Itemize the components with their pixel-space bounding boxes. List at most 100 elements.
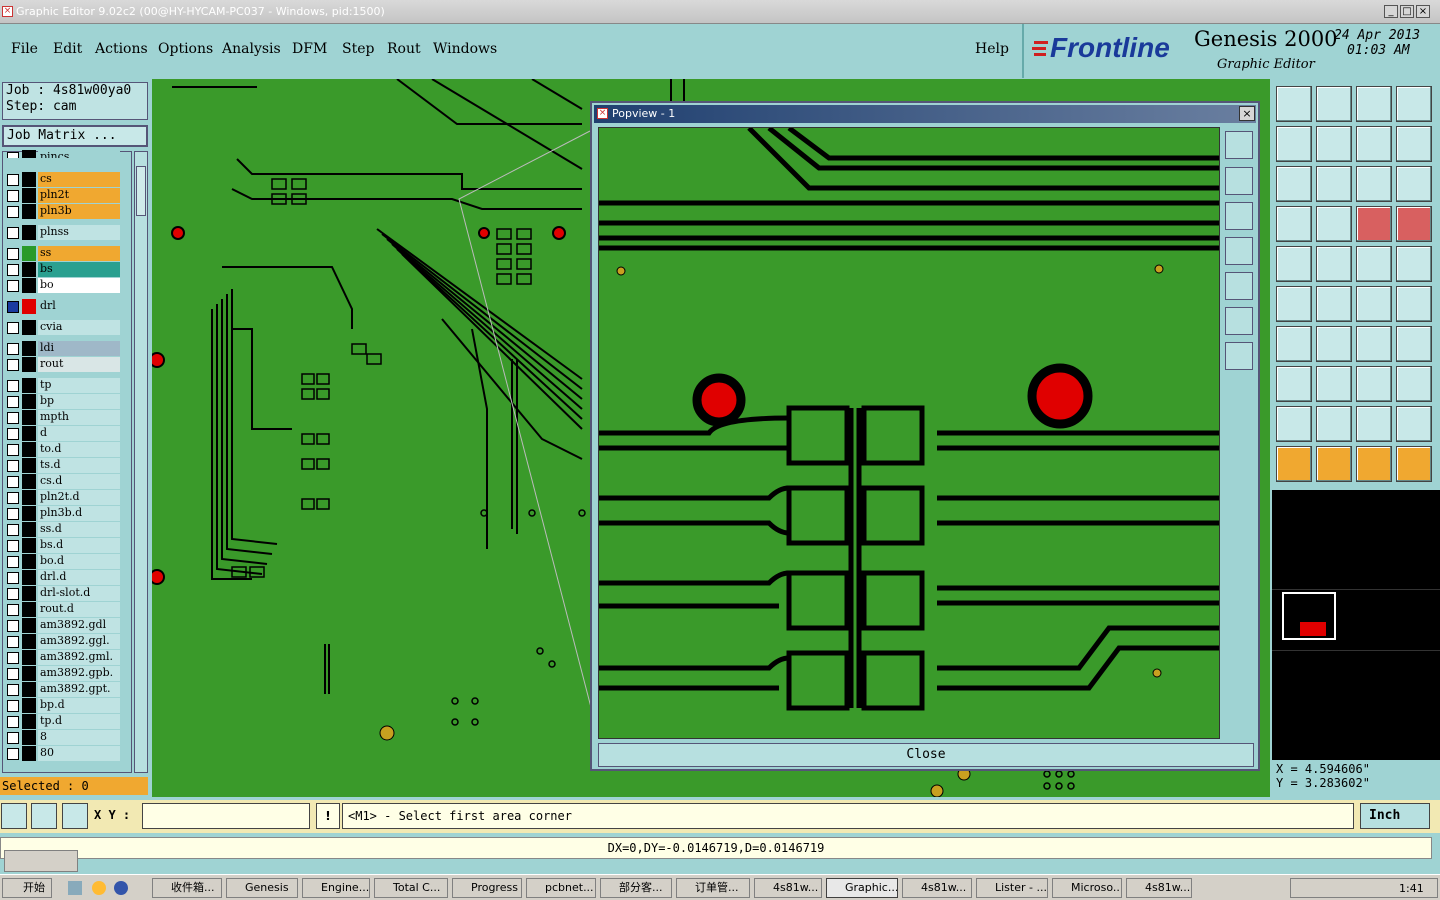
layer-row[interactable]: cs.d xyxy=(2,474,120,489)
layer-name[interactable]: pln3b.d xyxy=(38,506,120,521)
taskbar-item[interactable]: Genesis xyxy=(226,878,298,898)
layer-name[interactable]: pln2t xyxy=(38,188,120,203)
layer-row[interactable]: drl-slot.d xyxy=(2,586,120,601)
layer-row[interactable]: tp.d xyxy=(2,714,120,729)
popview-pan-left-icon[interactable] xyxy=(1225,237,1253,265)
layer-row[interactable]: d xyxy=(2,426,120,441)
layer-row[interactable]: bs xyxy=(2,262,120,277)
menu-options[interactable]: Options xyxy=(158,41,213,57)
layer-row[interactable]: am3892.ggl. xyxy=(2,634,120,649)
layer-name[interactable]: tp.d xyxy=(38,714,120,729)
layer-checkbox[interactable] xyxy=(7,301,19,313)
start-button[interactable]: 开始 xyxy=(2,878,52,898)
layer-row[interactable]: cvia xyxy=(2,320,120,335)
layer-checkbox[interactable] xyxy=(7,428,19,440)
layer-row[interactable]: bs.d xyxy=(2,538,120,553)
layer-checkbox[interactable] xyxy=(7,460,19,472)
layer-name[interactable]: cs xyxy=(38,172,120,187)
measure-icon[interactable] xyxy=(31,803,57,829)
step-out-icon[interactable] xyxy=(1316,86,1352,122)
layer-checkbox[interactable] xyxy=(7,476,19,488)
popview-close-icon[interactable]: × xyxy=(1239,106,1255,121)
layer-row[interactable]: ts.d xyxy=(2,458,120,473)
layer-name[interactable]: drl-slot.d xyxy=(38,586,120,601)
quick-launch-mini[interactable] xyxy=(4,850,78,872)
left-icon[interactable] xyxy=(1276,126,1312,162)
layer-row[interactable]: rout.d xyxy=(2,602,120,617)
layer-name[interactable]: bo xyxy=(38,278,120,293)
popview-pan-up-icon[interactable] xyxy=(1225,167,1253,195)
taskbar-item[interactable]: Lister - ... xyxy=(976,878,1048,898)
layer-row[interactable]: to.d xyxy=(2,442,120,457)
copy-icon[interactable] xyxy=(1396,366,1432,402)
one-to-one-icon[interactable] xyxy=(1356,166,1392,202)
taskbar-item[interactable]: pcbnet... xyxy=(526,878,596,898)
taskbar-item[interactable]: 4s81w... xyxy=(1126,878,1192,898)
layer-row[interactable]: pln2t.d xyxy=(2,490,120,505)
layer-checkbox[interactable] xyxy=(7,206,19,218)
popview-zoom-fit-icon[interactable] xyxy=(1225,131,1253,159)
home-icon[interactable] xyxy=(1276,86,1312,122)
layer-name[interactable]: rout xyxy=(38,357,120,372)
quick-launch-icon[interactable] xyxy=(68,881,82,895)
taskbar-item[interactable]: 部分客... xyxy=(600,878,672,898)
pan-icon[interactable] xyxy=(1316,166,1352,202)
triangle3-icon[interactable] xyxy=(1356,406,1392,442)
layer-checkbox[interactable] xyxy=(7,604,19,616)
popview-zoom-in-icon[interactable] xyxy=(1225,307,1253,335)
menu-actions[interactable]: Actions xyxy=(95,41,148,57)
select-net2-icon[interactable] xyxy=(1396,206,1432,242)
layer-name[interactable]: bp xyxy=(38,394,120,409)
layer-name[interactable]: ss xyxy=(38,246,120,261)
zoom-fit-icon[interactable] xyxy=(1276,166,1312,202)
help-icon[interactable] xyxy=(1396,166,1432,202)
xy-input[interactable] xyxy=(142,803,310,829)
layer-checkbox[interactable] xyxy=(7,508,19,520)
overview-map[interactable] xyxy=(1272,490,1440,760)
grid-icon[interactable] xyxy=(1316,206,1352,242)
layer-name[interactable]: d xyxy=(38,426,120,441)
layer-name[interactable]: bp.d xyxy=(38,698,120,713)
layer-name[interactable]: ldi xyxy=(38,341,120,356)
popview-pan-right-icon[interactable] xyxy=(1225,272,1253,300)
zoom-area-icon[interactable] xyxy=(1,803,27,829)
layer-row[interactable]: bo xyxy=(2,278,120,293)
popview-zoom-out-icon[interactable] xyxy=(1225,342,1253,370)
triangle4-icon[interactable] xyxy=(1396,406,1432,442)
menu-rout[interactable]: Rout xyxy=(387,41,421,57)
layer-name[interactable]: bs.d xyxy=(38,538,120,553)
layer-row[interactable]: am3892.gdl xyxy=(2,618,120,633)
layer-checkbox[interactable] xyxy=(7,556,19,568)
layer-checkbox[interactable] xyxy=(7,174,19,186)
layer-row[interactable]: ldi xyxy=(2,341,120,356)
taskbar-item[interactable]: Progress xyxy=(452,878,522,898)
pointer4-icon[interactable] xyxy=(1396,446,1432,482)
layer-row[interactable]: rout xyxy=(2,357,120,372)
layer-row[interactable]: pln3b xyxy=(2,204,120,219)
layer-name[interactable]: plnss xyxy=(38,225,120,240)
pointer3-icon[interactable] xyxy=(1356,446,1392,482)
layer-name[interactable]: am3892.gpb. xyxy=(38,666,120,681)
layer-name[interactable]: cs.d xyxy=(38,474,120,489)
close-window-button[interactable]: × xyxy=(1416,5,1430,18)
job-matrix-button[interactable]: Job Matrix ... xyxy=(2,125,148,147)
menu-help[interactable]: Help xyxy=(975,41,1009,57)
triangle-icon[interactable] xyxy=(1276,406,1312,442)
layer-checkbox[interactable] xyxy=(7,152,19,158)
layer-name[interactable]: am3892.ggl. xyxy=(38,634,120,649)
layer-row[interactable]: drl xyxy=(2,299,120,314)
quick-launch-icon[interactable] xyxy=(92,881,106,895)
layer-name[interactable]: ss.d xyxy=(38,522,120,537)
layer-row[interactable]: bp.d xyxy=(2,698,120,713)
layer-row[interactable]: pln2t xyxy=(2,188,120,203)
layer-row[interactable]: ss xyxy=(2,246,120,261)
layer-name[interactable]: 8 xyxy=(38,730,120,745)
layer-checkbox[interactable] xyxy=(7,620,19,632)
layer-name[interactable]: am3892.gdl xyxy=(38,618,120,633)
layer-checkbox[interactable] xyxy=(7,716,19,728)
layer-name[interactable]: pln2t.d xyxy=(38,490,120,505)
layer-checkbox[interactable] xyxy=(7,248,19,260)
layer-checkbox[interactable] xyxy=(7,748,19,760)
taskbar-item[interactable]: Graphic... xyxy=(826,878,898,898)
pointer-icon[interactable] xyxy=(1276,446,1312,482)
